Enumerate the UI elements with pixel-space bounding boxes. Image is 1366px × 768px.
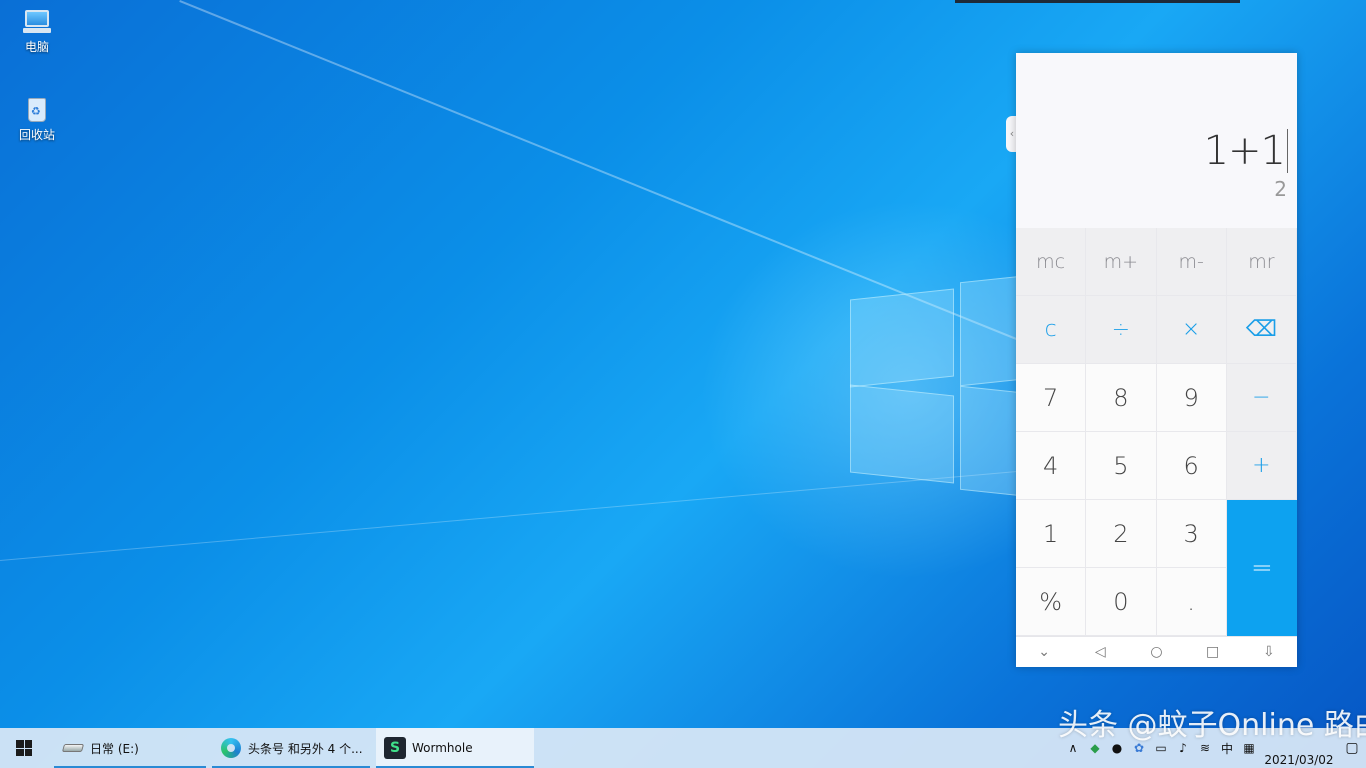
windows-logo: [850, 272, 1040, 499]
digit-3-button[interactable]: 3: [1156, 500, 1227, 568]
decimal-button[interactable]: .: [1156, 568, 1227, 636]
watermark: 头条 @蚊子Online 路由器: [1058, 708, 1366, 743]
memory-subtract-button[interactable]: m-: [1156, 228, 1227, 296]
memory-recall-button[interactable]: mr: [1226, 228, 1297, 296]
divide-button[interactable]: ÷: [1086, 296, 1157, 364]
drive-icon: [61, 744, 85, 752]
digit-1-button[interactable]: 1: [1016, 500, 1087, 568]
taskbar-item-edge[interactable]: 头条号 和另外 4 个...: [212, 728, 370, 768]
pull-down-icon[interactable]: ⇩: [1254, 644, 1284, 660]
digit-4-button[interactable]: 4: [1016, 432, 1087, 500]
digit-6-button[interactable]: 6: [1156, 432, 1227, 500]
clear-button[interactable]: c: [1016, 296, 1087, 364]
date-display: 2021/03/02: [1264, 753, 1334, 767]
plus-button[interactable]: +: [1226, 432, 1297, 500]
recents-icon[interactable]: □: [1198, 644, 1228, 660]
computer-icon: [21, 8, 53, 36]
percent-button[interactable]: %: [1016, 568, 1087, 636]
calculator-window: 1+1 2 mc m+ m- mr c ÷ × ⌫ 7 8 9 − 4 5 6 …: [1016, 53, 1297, 667]
digit-9-button[interactable]: 9: [1156, 364, 1227, 432]
desktop-icon-recycle-bin[interactable]: ♻ 回收站: [7, 96, 67, 143]
expression-display: 1+1: [1203, 128, 1286, 174]
digit-0-button[interactable]: 0: [1086, 568, 1157, 636]
recycle-bin-icon: ♻: [21, 96, 53, 124]
digit-7-button[interactable]: 7: [1016, 364, 1087, 432]
text-cursor: [1287, 129, 1288, 173]
wormhole-icon: S: [384, 737, 406, 759]
equals-button[interactable]: =: [1226, 500, 1297, 636]
taskbar-item-explorer[interactable]: 日常 (E:): [54, 728, 206, 768]
chevron-down-icon[interactable]: ⌄: [1029, 644, 1059, 660]
digit-2-button[interactable]: 2: [1086, 500, 1157, 568]
taskbar-item-label: Wormhole: [412, 741, 473, 755]
memory-clear-button[interactable]: mc: [1016, 228, 1087, 296]
desktop-icon-label: 电脑: [24, 40, 49, 54]
taskbar-item-label: 日常 (E:): [90, 741, 139, 756]
taskbar-item-wormhole[interactable]: S Wormhole: [376, 728, 534, 768]
keypad: mc m+ m- mr c ÷ × ⌫ 7 8 9 − 4 5 6 + 1 2 …: [1016, 228, 1297, 636]
digit-5-button[interactable]: 5: [1086, 432, 1157, 500]
calculator-display: 1+1 2: [1016, 53, 1297, 228]
multiply-button[interactable]: ×: [1156, 296, 1227, 364]
home-icon[interactable]: ○: [1141, 644, 1171, 660]
desktop-icon-computer[interactable]: 电脑: [7, 8, 67, 55]
taskbar-item-label: 头条号 和另外 4 个...: [248, 741, 363, 756]
edge-icon: [221, 738, 241, 758]
start-button[interactable]: [0, 728, 48, 768]
desktop-icon-label: 回收站: [18, 128, 55, 142]
backspace-button[interactable]: ⌫: [1226, 296, 1297, 364]
minus-button[interactable]: −: [1226, 364, 1297, 432]
windows-start-icon: [16, 740, 32, 756]
android-nav-bar: ⌄ ◁ ○ □ ⇩: [1016, 636, 1297, 667]
top-hint-bar: [955, 0, 1240, 3]
digit-8-button[interactable]: 8: [1086, 364, 1157, 432]
back-icon[interactable]: ◁: [1085, 644, 1115, 660]
memory-add-button[interactable]: m+: [1086, 228, 1157, 296]
result-preview: 2: [1274, 177, 1287, 201]
